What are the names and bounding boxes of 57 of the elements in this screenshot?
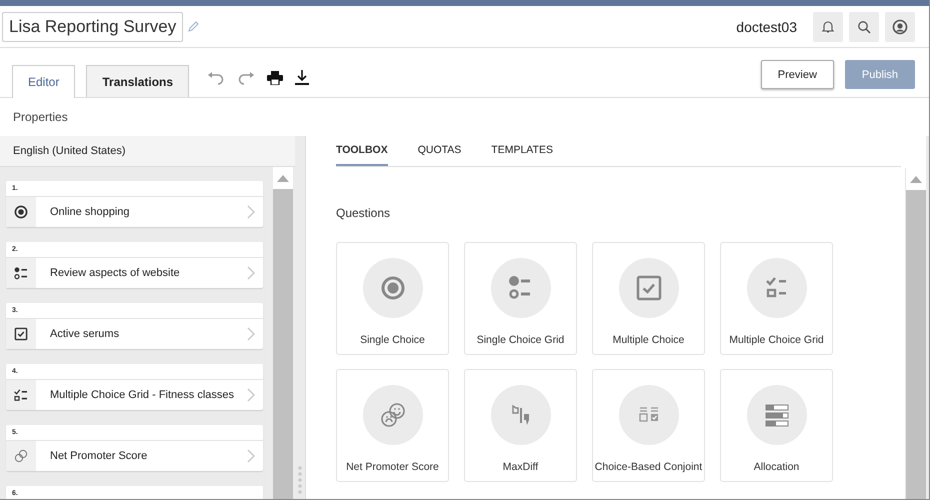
- radio-button-icon: [13, 204, 29, 220]
- chevron-right-icon: [247, 327, 255, 341]
- tile-label: Single Choice Grid: [476, 334, 564, 346]
- editor-tab[interactable]: Translations: [86, 65, 190, 97]
- scroll-up-icon[interactable]: [910, 176, 922, 182]
- question-type-tile[interactable]: Single Choice Grid: [464, 242, 577, 355]
- question-type-tile[interactable]: MaxDiff: [464, 369, 577, 482]
- question-type-tile[interactable]: Net Promoter Score: [336, 369, 449, 482]
- scroll-up-icon[interactable]: [277, 174, 289, 182]
- survey-title-field[interactable]: Lisa Reporting Survey: [2, 12, 184, 42]
- question-title: Multiple Choice Grid - Fitness classes: [50, 389, 236, 401]
- question-type-tile[interactable]: Choice-Based Conjoint: [592, 369, 705, 482]
- checkbox-icon: [13, 326, 29, 342]
- question-type-tile[interactable]: Single Choice: [336, 242, 449, 355]
- language-label: English (United States): [13, 145, 126, 157]
- radio-list-icon: [13, 265, 29, 281]
- tile-label: Multiple Choice: [612, 334, 684, 346]
- question-title: Review aspects of website: [50, 267, 181, 279]
- properties-label: Properties: [13, 110, 68, 124]
- panel-tab[interactable]: QUOTAS: [418, 136, 462, 166]
- resize-handle-icon[interactable]: [297, 465, 303, 495]
- search-button[interactable]: [849, 12, 879, 42]
- preview-button[interactable]: Preview: [760, 60, 834, 89]
- question-title: Online shopping: [50, 206, 131, 218]
- print-icon[interactable]: [267, 70, 284, 84]
- chevron-right-icon: [247, 449, 255, 463]
- panel-tab[interactable]: TEMPLATES: [491, 136, 553, 166]
- chevron-right-icon: [247, 266, 255, 280]
- user-icon: [892, 18, 908, 34]
- tile-label: Net Promoter Score: [346, 461, 439, 473]
- tile-label: Multiple Choice Grid: [729, 334, 824, 346]
- chevron-right-icon: [247, 205, 255, 219]
- scrollbar[interactable]: [905, 168, 926, 499]
- notifications-button[interactable]: [813, 12, 843, 42]
- tile-label: Choice-Based Conjoint: [594, 461, 702, 473]
- account-button[interactable]: [885, 12, 915, 42]
- panel-tab[interactable]: TOOLBOX: [336, 136, 388, 166]
- download-icon[interactable]: [295, 70, 310, 86]
- redo-icon[interactable]: [237, 70, 256, 84]
- scrollbar[interactable]: [273, 167, 293, 499]
- question-type-tile[interactable]: Multiple Choice Grid: [720, 242, 833, 355]
- question-type-tile[interactable]: Multiple Choice: [592, 242, 705, 355]
- undo-icon[interactable]: [207, 70, 226, 84]
- editor-tab[interactable]: Editor: [12, 65, 76, 98]
- search-icon: [857, 20, 871, 34]
- tile-label: Allocation: [754, 461, 800, 473]
- chevron-right-icon: [247, 388, 255, 402]
- question-title: Net Promoter Score: [50, 450, 148, 462]
- question-title: Active serums: [50, 328, 120, 340]
- username: doctest03: [736, 18, 797, 34]
- question-type-tile[interactable]: Allocation: [720, 369, 833, 482]
- section-heading: Questions: [336, 206, 392, 220]
- tile-label: MaxDiff: [502, 461, 538, 473]
- pencil-icon[interactable]: [188, 21, 200, 32]
- checklist-icon: [13, 387, 29, 403]
- tile-label: Single Choice: [360, 334, 425, 346]
- bell-icon: [821, 20, 835, 34]
